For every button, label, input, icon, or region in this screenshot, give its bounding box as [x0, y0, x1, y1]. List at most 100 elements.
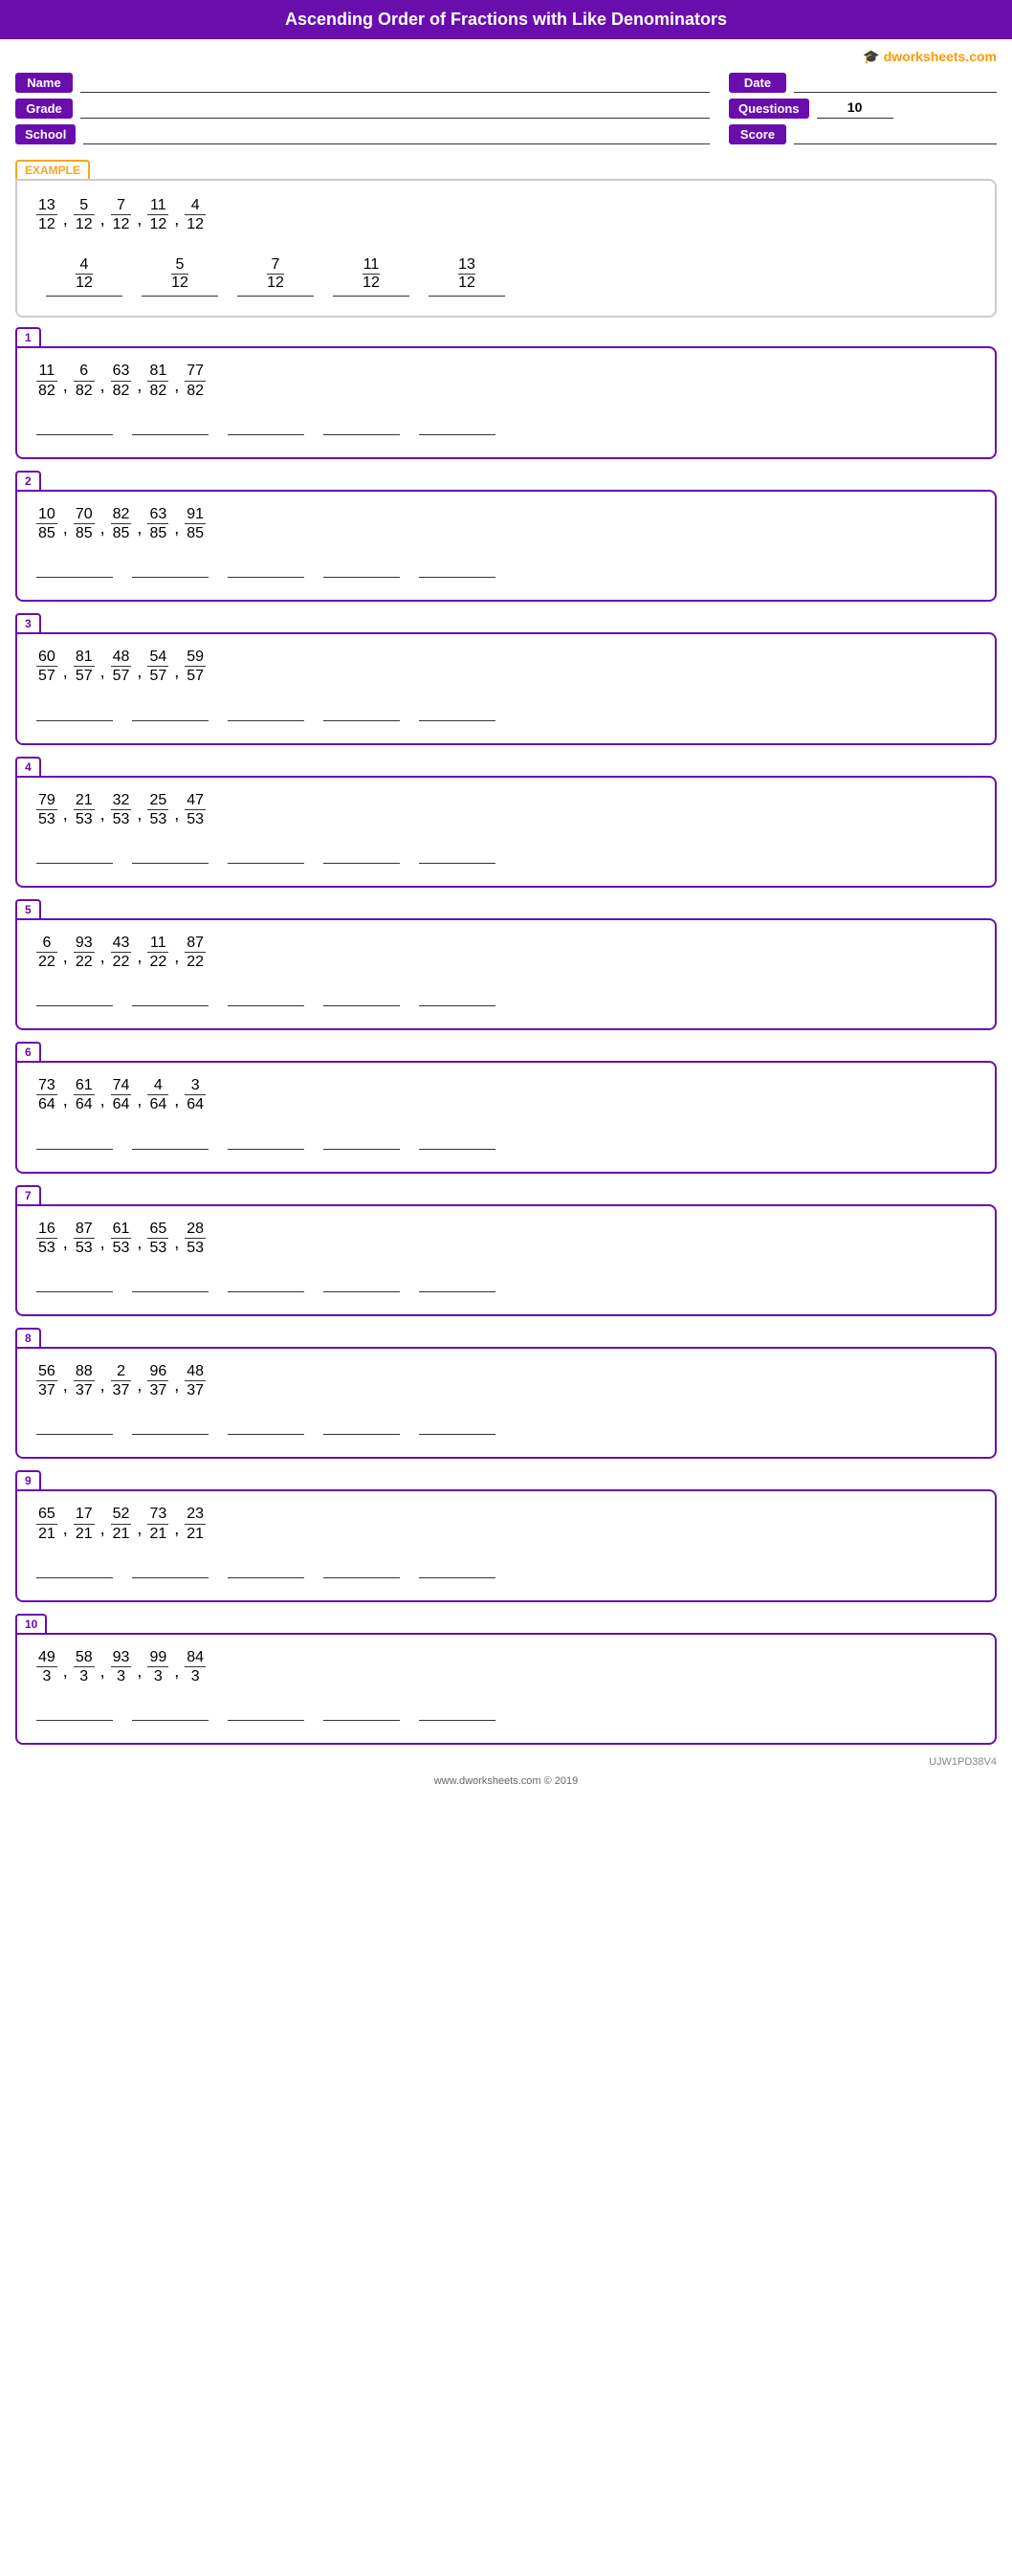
problem-tab-10: 10: [15, 1614, 47, 1633]
name-label: Name: [15, 73, 73, 93]
frac-5-4: 1122: [147, 934, 168, 971]
frac-9-1: 6521: [36, 1505, 57, 1542]
ex-frac-3-num: 7: [111, 196, 132, 215]
brand-ext: .com: [965, 49, 997, 64]
frac-5-5: 8722: [185, 934, 206, 971]
problem-section-3: 36057,8157,4857,5457,5957: [15, 613, 997, 744]
blank-slot-1-4: [323, 423, 419, 440]
frac-3-5: 5957: [185, 648, 206, 685]
frac-5-3: 4322: [111, 934, 132, 971]
frac-1-1: 1182: [36, 362, 57, 399]
ex-frac-5: 4 12: [185, 196, 206, 233]
grade-label: Grade: [15, 99, 73, 119]
problem-tab-9: 9: [15, 1470, 41, 1489]
frac-row-10: 493,583,933,993,843: [36, 1648, 976, 1685]
blank-slot-4-4: [323, 851, 419, 869]
frac-6-1: 7364: [36, 1076, 57, 1113]
blank-slot-3-3: [228, 709, 323, 726]
score-line: [794, 125, 997, 144]
grade-line: [80, 99, 710, 119]
blank-slot-2-1: [36, 565, 132, 583]
frac-6-2: 6164: [74, 1076, 95, 1113]
blank-slot-3-1: [36, 709, 132, 726]
worksheet-code: UJW1PD38V4: [0, 1756, 1012, 1768]
problems-container: 11182,682,6382,8182,778221085,7085,8285,…: [0, 327, 1012, 1745]
blank-slot-7-1: [36, 1280, 132, 1297]
blank-slot-6-3: [228, 1137, 323, 1155]
blank-slot-10-5: [419, 1708, 515, 1726]
frac-3-4: 5457: [147, 648, 168, 685]
frac-2-1: 1085: [36, 505, 57, 542]
blank-slot-8-5: [419, 1422, 515, 1440]
frac-row-9: 6521,1721,5221,7321,2321: [36, 1505, 976, 1542]
frac-8-5: 4837: [185, 1362, 206, 1399]
problem-section-4: 47953,2153,3253,2553,4753: [15, 757, 997, 888]
frac-10-4: 993: [147, 1648, 168, 1685]
blank-row-1: [36, 423, 976, 440]
blank-slot-8-3: [228, 1422, 323, 1440]
ex-ans-5: 13 12: [419, 256, 515, 297]
problem-section-6: 67364,6164,7464,464,364: [15, 1042, 997, 1173]
questions-value: 10: [817, 99, 893, 119]
blank-slot-4-3: [228, 851, 323, 869]
problem-tab-1: 1: [15, 327, 41, 346]
frac-3-3: 4857: [111, 648, 132, 685]
frac-10-1: 493: [36, 1648, 57, 1685]
frac-10-2: 583: [74, 1648, 95, 1685]
blank-slot-8-2: [132, 1422, 228, 1440]
problem-box-5: 622,9322,4322,1122,8722: [15, 918, 997, 1030]
date-row: Date: [729, 73, 997, 93]
ex-ans-4: 11 12: [323, 256, 419, 297]
frac-row-5: 622,9322,4322,1122,8722: [36, 934, 976, 971]
frac-2-4: 6385: [147, 505, 168, 542]
frac-7-2: 8753: [74, 1220, 95, 1257]
brand-bar: 🎓 dworksheets.com: [0, 47, 1012, 69]
page-title: Ascending Order of Fractions with Like D…: [0, 0, 1012, 39]
ex-ans-3: 7 12: [228, 256, 323, 297]
blank-slot-7-3: [228, 1280, 323, 1297]
questions-label: Questions: [729, 99, 809, 119]
ex-ans-frac-5: 13 12: [458, 256, 475, 292]
problem-tab-2: 2: [15, 471, 41, 490]
frac-6-4: 464: [147, 1076, 168, 1113]
ex-ans-frac-3: 7 12: [267, 256, 284, 292]
blank-slot-5-4: [323, 994, 419, 1011]
date-line: [794, 74, 997, 93]
blank-slot-9-2: [132, 1566, 228, 1583]
frac-6-3: 7464: [111, 1076, 132, 1113]
example-fraction-row: 13 12 , 5 12 , 7 12 , 11 12 , 4 12: [36, 196, 976, 233]
frac-6-5: 364: [185, 1076, 206, 1113]
frac-1-4: 8182: [147, 362, 168, 399]
blank-slot-1-2: [132, 423, 228, 440]
problem-tab-7: 7: [15, 1185, 41, 1204]
example-section: EXAMPLE 13 12 , 5 12 , 7 12 , 11 12 ,: [15, 160, 997, 318]
blank-row-3: [36, 709, 976, 726]
ex-ans-frac-2: 5 12: [171, 256, 188, 292]
problem-tab-3: 3: [15, 613, 41, 632]
footer: www.dworksheets.com © 2019: [0, 1768, 1012, 1791]
problem-section-10: 10 493,583,933,993,843: [15, 1614, 997, 1745]
name-line: [80, 74, 710, 93]
ex-ans-frac-1: 4 12: [76, 256, 93, 292]
ex-frac-4-num: 11: [147, 196, 168, 215]
example-box: 13 12 , 5 12 , 7 12 , 11 12 , 4 12: [15, 179, 997, 318]
problem-box-4: 7953,2153,3253,2553,4753: [15, 776, 997, 888]
blank-slot-9-4: [323, 1566, 419, 1583]
school-line: [83, 125, 710, 144]
blank-row-8: [36, 1422, 976, 1440]
frac-10-3: 933: [111, 1648, 132, 1685]
problem-box-10: 493,583,933,993,843: [15, 1633, 997, 1745]
frac-2-3: 8285: [111, 505, 132, 542]
questions-row: Questions 10: [729, 99, 997, 119]
blank-slot-8-1: [36, 1422, 132, 1440]
frac-8-3: 237: [111, 1362, 132, 1399]
frac-4-2: 2153: [74, 791, 95, 828]
ex-ans-frac-4: 11 12: [363, 256, 380, 292]
frac-5-2: 9322: [74, 934, 95, 971]
info-left: Name Grade School: [15, 73, 710, 144]
brand-name: dworksheets: [884, 49, 966, 64]
blank-slot-2-2: [132, 565, 228, 583]
problem-tab-6: 6: [15, 1042, 41, 1061]
frac-4-4: 2553: [147, 791, 168, 828]
problem-box-2: 1085,7085,8285,6385,9185: [15, 490, 997, 602]
